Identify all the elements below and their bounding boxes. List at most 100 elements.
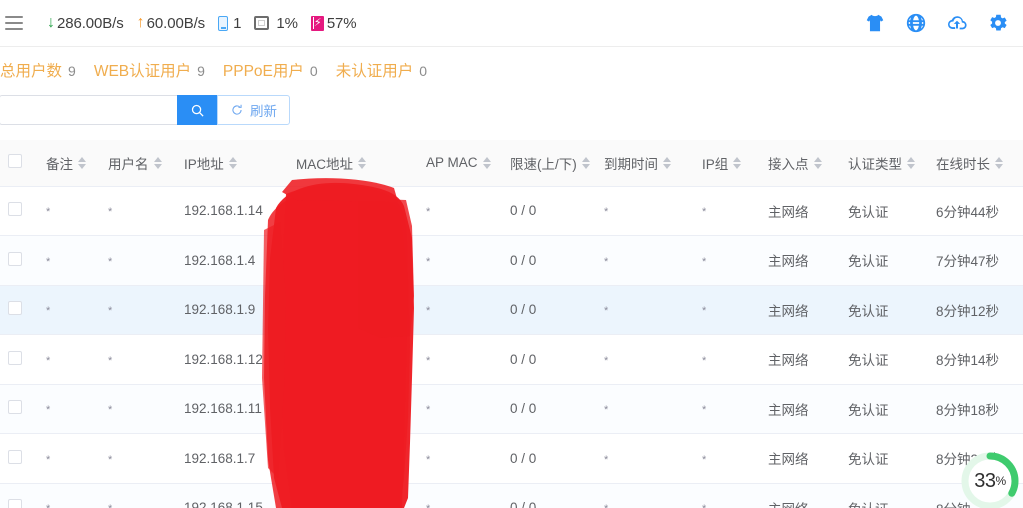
cell-username: * [108, 206, 113, 219]
stat-web-auth-users: WEB认证用户 9 [94, 59, 205, 81]
cell-remark: * [46, 453, 51, 466]
sort-icon[interactable] [733, 156, 742, 169]
sort-icon[interactable] [78, 156, 86, 169]
table-row[interactable]: * * 192.168.1.14 * 0 / 0 * * 主网络 免认证 6分钟… [0, 186, 1023, 236]
row-checkbox[interactable] [8, 400, 22, 415]
column-header-auth-type[interactable]: 认证类型 [838, 140, 926, 187]
table-row[interactable]: * * 192.168.1.4 * 0 / 0 * * 主网络 免认证 7分钟4… [0, 235, 1023, 286]
cell-rate: 0 / 0 [510, 302, 537, 318]
cell-username: * [108, 354, 113, 367]
column-header-ap-mac[interactable]: AP MAC [416, 140, 502, 187]
cell-ip-group: * [702, 206, 707, 219]
column-header-ip-group[interactable]: IP组 [692, 140, 758, 187]
progress-badge-label: 33% [959, 450, 1021, 508]
search-icon [191, 104, 204, 117]
table-row[interactable]: * * 192.168.1.7 * 0 / 0 * * 主网络 免认证 8分钟2… [0, 433, 1023, 484]
select-all-header [0, 140, 36, 187]
sort-icon[interactable] [153, 156, 162, 169]
sort-icon[interactable] [907, 156, 915, 169]
cell-expire: * [604, 354, 609, 367]
cell-ip: 192.168.1.12 [184, 351, 263, 367]
globe-icon[interactable] [905, 12, 927, 34]
upload-speed-metric: ↑ 60.00B/s [137, 14, 206, 32]
sort-icon[interactable] [663, 156, 671, 169]
cell-auth-type: 免认证 [848, 254, 889, 270]
column-header-mac[interactable]: MAC地址 [282, 140, 416, 187]
table-row[interactable]: * * 192.168.1.11 * 0 / 0 * * 主网络 免认证 8分钟… [0, 384, 1023, 434]
column-label: 接入点 [768, 156, 809, 172]
cell-expire: * [604, 255, 609, 268]
row-checkbox[interactable] [8, 499, 22, 508]
table-header-row: 备注 用户名 IP地址 MAC地址 AP MAC 限速(上/下) 到期时间 IP… [0, 140, 1023, 187]
refresh-icon [232, 104, 242, 115]
hamburger-icon[interactable] [5, 16, 23, 30]
cell-username: * [108, 503, 112, 508]
column-header-rate-limit[interactable]: 限速(上/下) [502, 140, 594, 187]
table-row[interactable]: * * 192.168.1.9 * 0 / 0 * * 主网络 免认证 8分钟1… [0, 285, 1023, 335]
column-header-online-duration[interactable]: 在线时长 [926, 140, 1023, 187]
refresh-label: 刷新 [250, 104, 277, 119]
column-header-username[interactable]: 用户名 [100, 140, 176, 187]
row-checkbox[interactable] [8, 202, 22, 217]
cell-access-point: 主网络 [768, 204, 809, 220]
cell-expire: * [604, 206, 609, 219]
stat-value: 9 [197, 63, 205, 79]
cell-ap-mac: * [426, 354, 431, 367]
system-metrics: ↓ 286.00B/s ↑ 60.00B/s 1 1% 57% [47, 15, 357, 32]
column-header-remark[interactable]: 备注 [36, 140, 100, 187]
cell-ip: 192.168.1.9 [184, 302, 256, 318]
progress-value: 33 [974, 469, 996, 492]
gear-icon[interactable] [987, 12, 1009, 34]
row-checkbox[interactable] [8, 301, 22, 316]
column-label: 认证类型 [848, 156, 902, 172]
cell-ip: 192.168.1.14 [184, 203, 263, 219]
cell-rate: 0 / 0 [510, 203, 537, 219]
search-button[interactable] [177, 95, 217, 125]
cell-ap-mac: * [426, 503, 430, 508]
status-bar: ↓ 286.00B/s ↑ 60.00B/s 1 1% 57% [0, 0, 1023, 47]
column-header-access-point[interactable]: 接入点 [758, 140, 838, 187]
table-row[interactable]: * * 192.168.1.15 * 0 / 0 * * 主网络 免认证 8分钟 [0, 483, 1023, 508]
cell-access-point: 主网络 [768, 353, 809, 369]
sort-icon[interactable] [581, 156, 590, 169]
search-input[interactable] [0, 95, 177, 125]
cpu-usage-value: 1% [276, 14, 298, 32]
cell-auth-type: 免认证 [848, 452, 889, 468]
cell-username: * [108, 255, 113, 268]
column-header-expire-time[interactable]: 到期时间 [594, 140, 692, 187]
cpu-usage-metric: 1% [254, 14, 298, 32]
row-checkbox[interactable] [8, 251, 22, 266]
user-stats-strip: 总用户数 9 WEB认证用户 9 PPPoE用户 0 未认证用户 0 [0, 47, 1023, 87]
sort-icon[interactable] [995, 156, 1003, 169]
cell-access-point: 主网络 [768, 402, 809, 418]
toolbar: 刷新 [0, 88, 1023, 132]
theme-icon[interactable] [864, 12, 886, 34]
cell-ip-group: * [702, 404, 707, 417]
column-label: 备注 [46, 156, 73, 172]
stat-label: WEB认证用户 [93, 63, 192, 80]
cell-duration: 7分钟47秒 [936, 254, 1000, 270]
cell-remark: * [46, 404, 51, 417]
upload-speed-value: 60.00B/s [146, 14, 206, 32]
cell-ap-mac: * [426, 305, 431, 318]
column-header-ip[interactable]: IP地址 [176, 140, 282, 187]
cell-username: * [108, 453, 113, 466]
table-row[interactable]: * * 192.168.1.12 * 0 / 0 * * 主网络 免认证 8分钟… [0, 334, 1023, 385]
sort-icon[interactable] [813, 156, 822, 169]
cloud-upload-icon[interactable] [946, 12, 968, 34]
column-label: MAC地址 [296, 156, 353, 172]
refresh-button[interactable]: 刷新 [217, 95, 290, 125]
column-label: AP MAC [426, 155, 478, 171]
sort-icon[interactable] [358, 156, 366, 169]
progress-badge: 33% [959, 450, 1021, 508]
sort-icon[interactable] [228, 156, 237, 169]
sort-icon[interactable] [482, 156, 491, 169]
select-all-checkbox[interactable] [8, 154, 22, 169]
stat-label: 未认证用户 [335, 63, 414, 80]
row-checkbox[interactable] [8, 449, 22, 464]
cell-auth-type: 免认证 [848, 402, 889, 418]
row-checkbox[interactable] [8, 350, 22, 365]
cell-username: * [108, 404, 113, 417]
page-root: ↓ 286.00B/s ↑ 60.00B/s 1 1% 57% [0, 0, 1023, 508]
device-count-metric: 1 [218, 15, 241, 32]
